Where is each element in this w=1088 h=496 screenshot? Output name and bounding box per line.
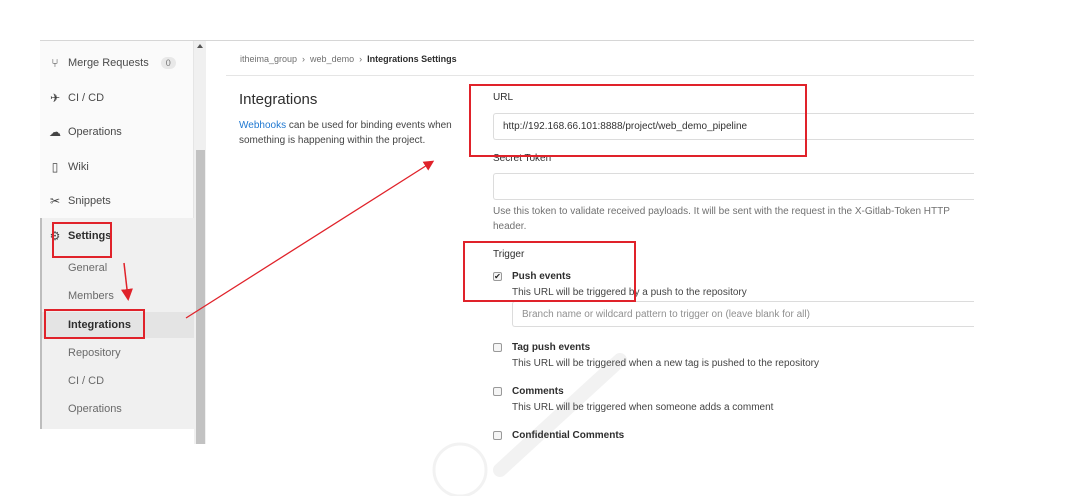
- arrow-diagonal-icon: [185, 160, 435, 319]
- watermark-logo-icon: [432, 353, 627, 496]
- arrow-down-icon: [121, 262, 133, 301]
